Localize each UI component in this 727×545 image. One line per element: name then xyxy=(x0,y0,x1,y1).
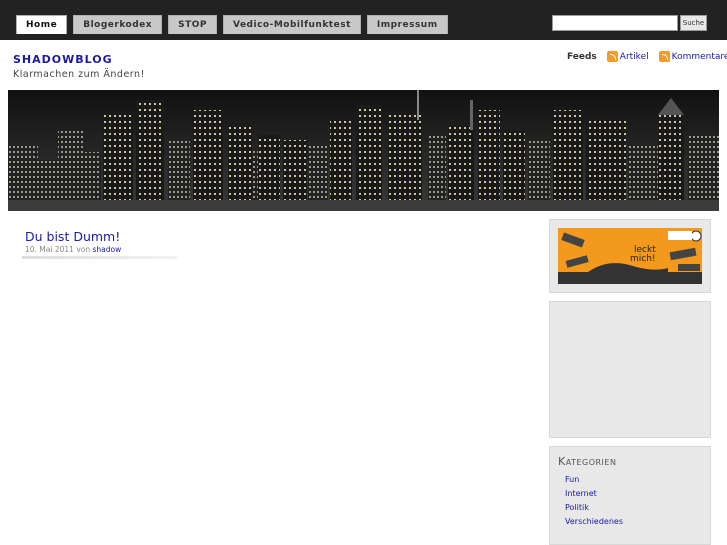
post-author-link[interactable]: shadow xyxy=(93,245,122,254)
categories-widget: Kategorien Fun Internet Politik Verschie… xyxy=(549,446,711,545)
sidebar-banner-widget: leckt mich! xyxy=(549,219,711,293)
main-navigation: Home Blogerkodex STOP Vedico-Mobilfunkte… xyxy=(16,15,448,34)
feeds-bar: Feeds Artikel Kommentare xyxy=(567,51,727,62)
banner-text-line2: mich! xyxy=(630,254,656,264)
post-title[interactable]: Du bist Dumm! xyxy=(25,229,120,244)
rss-icon[interactable] xyxy=(606,51,618,62)
search-button[interactable]: Suche xyxy=(680,15,707,31)
sidebar-empty-widget xyxy=(549,301,711,438)
tab-vedico-mobilfunktest[interactable]: Vedico-Mobilfunktest xyxy=(222,15,361,34)
tab-home[interactable]: Home xyxy=(16,15,68,34)
tab-blogerkodex[interactable]: Blogerkodex xyxy=(73,15,163,34)
category-link-internet[interactable]: Internet xyxy=(565,487,623,501)
post-meta: 10. Mai 2011 von shadow xyxy=(25,245,121,254)
top-navigation-bar: Home Blogerkodex STOP Vedico-Mobilfunkte… xyxy=(0,0,727,40)
category-link-verschiedenes[interactable]: Verschiedenes xyxy=(565,515,623,529)
site-tagline: Klarmachen zum Ändern! xyxy=(13,69,145,80)
piratenpartei-banner-image[interactable]: leckt mich! xyxy=(558,228,702,284)
search-input[interactable] xyxy=(552,15,678,31)
tab-stop[interactable]: STOP xyxy=(168,15,217,34)
articles-feed-link[interactable]: Artikel xyxy=(620,52,649,62)
header-skyline-image xyxy=(8,90,719,211)
feeds-label: Feeds xyxy=(567,51,597,62)
category-link-fun[interactable]: Fun xyxy=(565,473,623,487)
post-divider xyxy=(22,256,177,259)
categories-title: Kategorien xyxy=(558,455,617,468)
categories-list: Fun Internet Politik Verschiedenes xyxy=(565,473,623,529)
site-title[interactable]: SHADOWBLOG xyxy=(13,53,113,66)
post-date: 10. Mai 2011 von xyxy=(25,245,91,254)
tab-impressum[interactable]: Impressum xyxy=(366,15,448,34)
comments-feed-link[interactable]: Kommentare xyxy=(672,52,727,62)
rss-icon[interactable] xyxy=(658,51,670,62)
category-link-politik[interactable]: Politik xyxy=(565,501,623,515)
